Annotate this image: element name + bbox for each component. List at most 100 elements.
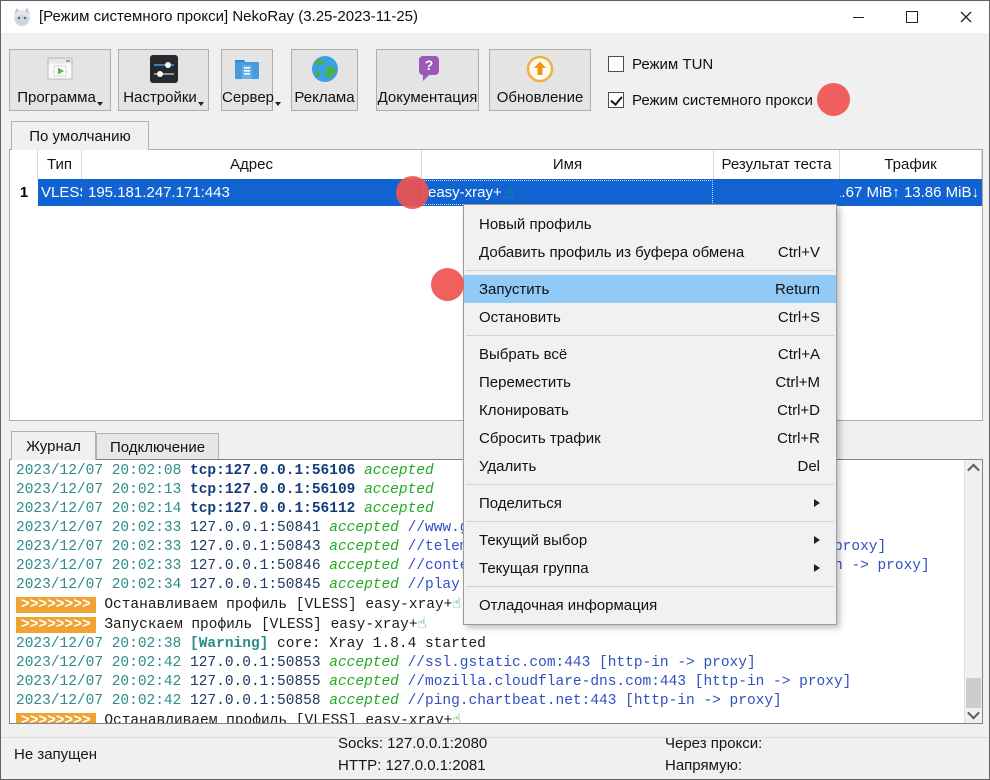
row-number-cell: 1 <box>10 179 38 206</box>
menu-item-label: Выбрать всё <box>479 346 778 363</box>
minimize-button[interactable] <box>835 1 881 33</box>
log-scrollbar[interactable] <box>964 460 982 723</box>
menu-item-label: Отладочная информация <box>479 597 820 614</box>
update-button[interactable]: Обновление <box>489 49 591 111</box>
menu-item-label: Клонировать <box>479 402 777 419</box>
dropdown-caret-icon <box>97 102 103 106</box>
row-address-cell: 195.181.247.171:443 <box>82 179 422 206</box>
log-line: 2023/12/07 20:02:38 [Warning] core: Xray… <box>16 635 964 654</box>
row-type-cell: VLESS <box>38 179 82 206</box>
menu-item-label: Удалить <box>479 458 797 475</box>
menu-item[interactable]: Сбросить трафикCtrl+R <box>464 424 836 452</box>
menu-item[interactable]: Отладочная информация <box>464 591 836 619</box>
profile-name: easy-xray+ <box>428 184 502 201</box>
menu-item-shortcut: Ctrl+D <box>777 402 820 419</box>
status-bar-divider <box>1 737 989 738</box>
menu-item-shortcut: Ctrl+A <box>778 346 820 363</box>
column-header-num[interactable] <box>10 150 38 179</box>
menu-item[interactable]: УдалитьDel <box>464 452 836 480</box>
menu-item[interactable]: Текущая группа <box>464 554 836 582</box>
status-via-proxy: Через прокси: <box>665 735 762 752</box>
tab-log[interactable]: Журнал <box>11 431 96 460</box>
system-proxy-checkbox-box[interactable] <box>608 92 624 108</box>
tun-mode-checkbox-label: Режим TUN <box>632 56 713 73</box>
update-button-label: Обновление <box>490 89 590 106</box>
pointing-hand-icon: ☝ <box>452 712 461 723</box>
menu-item[interactable]: Новый профиль <box>464 210 836 238</box>
maximize-button[interactable] <box>889 1 935 33</box>
server-button[interactable]: Сервер <box>221 49 273 111</box>
menu-item-label: Добавить профиль из буфера обмена <box>479 244 778 261</box>
group-tab-default[interactable]: По умолчанию <box>11 121 149 150</box>
close-icon <box>960 11 972 23</box>
status-socks: Socks: 127.0.0.1:2080 <box>338 735 487 752</box>
nekoray-window: [Режим системного прокси] NekoRay (3.25-… <box>0 0 990 780</box>
globe-icon <box>292 54 357 86</box>
server-button-label: Сервер <box>222 89 272 106</box>
menu-item[interactable]: ЗапуститьReturn <box>464 275 836 303</box>
menu-item[interactable]: Текущий выбор <box>464 526 836 554</box>
column-header-1[interactable]: Тип <box>38 150 82 179</box>
docs-button[interactable]: ?Документация <box>376 49 479 111</box>
minimize-icon <box>853 17 864 18</box>
table-header: ТипАдресИмяРезультат тестаТрафик <box>10 150 982 180</box>
annotation-dot <box>396 176 429 209</box>
row-test-result-cell <box>714 179 840 206</box>
menu-separator <box>466 521 834 522</box>
log-line: 2023/12/07 20:02:42 127.0.0.1:50855 acce… <box>16 673 964 692</box>
pointing-hand-icon: ☝ <box>505 184 514 202</box>
tun-mode-checkbox[interactable]: Режим TUN <box>608 55 713 73</box>
menu-item[interactable]: КлонироватьCtrl+D <box>464 396 836 424</box>
ads-button[interactable]: Реклама <box>291 49 358 111</box>
system-proxy-checkbox[interactable]: Режим системного прокси <box>608 91 813 109</box>
annotation-dot <box>817 83 850 116</box>
title-bar: [Режим системного прокси] NekoRay (3.25-… <box>1 1 989 33</box>
menu-item-label: Текущий выбор <box>479 532 814 549</box>
tun-mode-checkbox-box[interactable] <box>608 56 624 72</box>
annotation-dot <box>431 268 464 301</box>
docs-button-label: Документация <box>377 89 478 106</box>
settings-button-label: Настройки <box>119 89 208 106</box>
scroll-up-icon[interactable] <box>965 460 982 477</box>
menu-item-shortcut: Ctrl+V <box>778 244 820 261</box>
scrollbar-thumb[interactable] <box>966 678 981 708</box>
sliders-icon <box>119 54 208 86</box>
menu-item-shortcut: Ctrl+R <box>777 430 820 447</box>
menu-item[interactable]: ПереместитьCtrl+M <box>464 368 836 396</box>
column-header-2[interactable]: Адрес <box>82 150 422 179</box>
menu-separator <box>466 586 834 587</box>
program-button-label: Программа <box>10 89 110 106</box>
table-row[interactable]: 1 VLESS 195.181.247.171:443 easy-xray+☝ … <box>10 179 982 206</box>
dropdown-caret-icon <box>198 102 204 106</box>
row-name-cell: easy-xray+☝ <box>422 179 714 206</box>
app-window-play-icon <box>10 54 110 86</box>
log-line: 2023/12/07 20:02:42 127.0.0.1:50858 acce… <box>16 692 964 711</box>
menu-item-label: Остановить <box>479 309 778 326</box>
menu-item[interactable]: Поделиться <box>464 489 836 517</box>
menu-item[interactable]: Выбрать всёCtrl+A <box>464 340 836 368</box>
status-http: HTTP: 127.0.0.1:2081 <box>338 757 486 774</box>
tab-connections[interactable]: Подключение <box>96 433 219 460</box>
update-arrow-icon <box>490 54 590 86</box>
ads-button-label: Реклама <box>292 89 357 106</box>
app-icon <box>11 6 33 28</box>
program-button[interactable]: Программа <box>9 49 111 111</box>
menu-item-shortcut: Return <box>775 281 820 298</box>
system-proxy-checkbox-label: Режим системного прокси <box>632 92 813 109</box>
settings-button[interactable]: Настройки <box>118 49 209 111</box>
submenu-arrow-icon <box>814 536 820 544</box>
column-header-5[interactable]: Трафик <box>840 150 982 179</box>
menu-item-label: Поделиться <box>479 495 814 512</box>
row-traffic-cell: 1.67 MiB↑ 13.86 MiB↓ <box>840 179 982 206</box>
menu-item[interactable]: ОстановитьCtrl+S <box>464 303 836 331</box>
close-button[interactable] <box>943 1 989 33</box>
menu-separator <box>466 335 834 336</box>
submenu-arrow-icon <box>814 564 820 572</box>
scroll-down-icon[interactable] <box>965 706 982 723</box>
menu-item-label: Новый профиль <box>479 216 820 233</box>
column-header-4[interactable]: Результат теста <box>714 150 840 179</box>
menu-item[interactable]: Добавить профиль из буфера обменаCtrl+V <box>464 238 836 266</box>
column-header-3[interactable]: Имя <box>422 150 714 179</box>
submenu-arrow-icon <box>814 499 820 507</box>
menu-item-shortcut: Del <box>797 458 820 475</box>
